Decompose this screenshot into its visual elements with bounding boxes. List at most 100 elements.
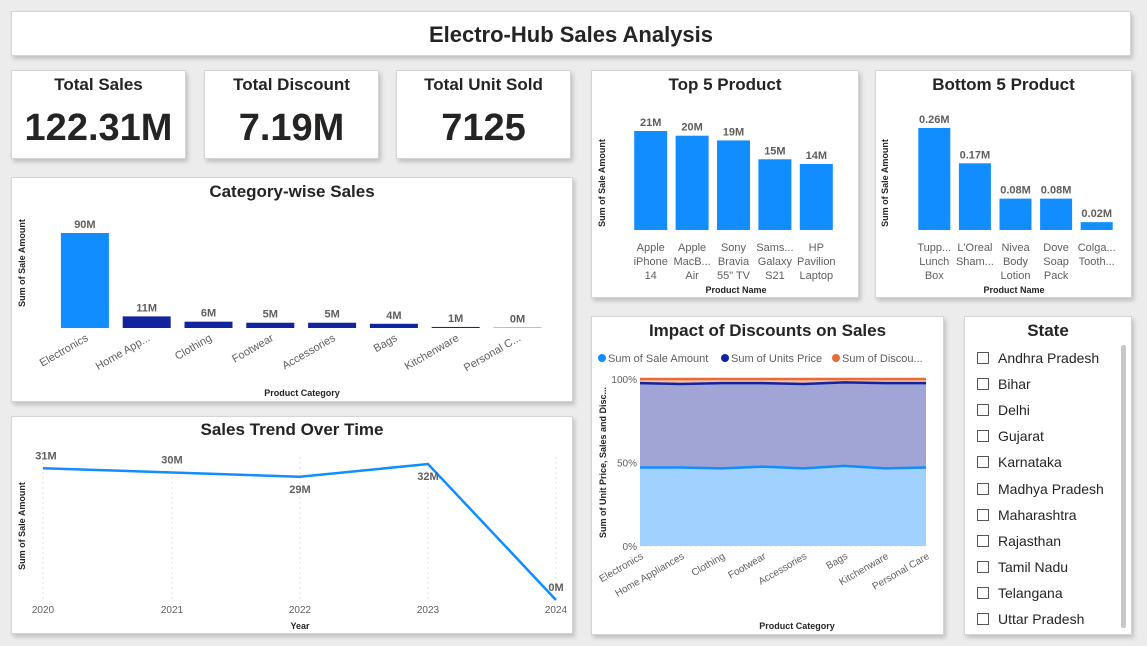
- x-tick-label: 2024: [545, 605, 568, 616]
- checkbox[interactable]: [977, 534, 989, 547]
- category-tick-label: Sony: [721, 242, 747, 254]
- data-label: 32M: [417, 471, 438, 483]
- bar: [675, 135, 709, 230]
- legend-label: Sum of Sale Amount: [608, 353, 708, 365]
- bar: [1080, 222, 1113, 230]
- x-axis-label: Product Category: [264, 388, 340, 398]
- category-tick-label: Tupp...: [917, 242, 951, 254]
- data-label: 4M: [386, 310, 401, 322]
- kpi-value: 122.31M: [24, 107, 173, 149]
- bar: [634, 131, 668, 230]
- data-label: 0M: [548, 582, 563, 594]
- checkbox[interactable]: [977, 482, 989, 495]
- state-option[interactable]: Rajasthan: [977, 531, 1061, 551]
- data-label: 0.08M: [1041, 185, 1072, 197]
- x-axis-label: Product Name: [983, 285, 1044, 295]
- category-tick-label: Accessories: [280, 332, 338, 372]
- data-label: 1M: [448, 313, 463, 325]
- data-label: 29M: [289, 484, 310, 496]
- data-label: 19M: [723, 126, 744, 138]
- legend-label: Sum of Units Price: [731, 353, 822, 365]
- kpi-total-sales[interactable]: Total Sales 122.31M: [11, 70, 186, 159]
- bottom5-product-card[interactable]: Bottom 5 Product Sum of Sale Amount 0.26M…: [875, 70, 1132, 298]
- category-tick-label: Personal C...: [462, 332, 523, 374]
- legend-label: Sum of Discou...: [842, 353, 923, 365]
- bar: [122, 316, 171, 328]
- slicer-scrollbar[interactable]: [1121, 345, 1126, 628]
- state-option[interactable]: Karnataka: [977, 452, 1062, 472]
- y-axis-label: Sum of Sale Amount: [597, 139, 607, 227]
- category-chart: Sum of Sale Amount 90M Electronics 11M Home …: [17, 219, 542, 398]
- data-label: 0M: [510, 314, 525, 326]
- x-axis-label: Product Category: [759, 621, 835, 631]
- state-label: Tamil Nadu: [998, 558, 1069, 575]
- checkbox[interactable]: [977, 456, 989, 469]
- trend-chart: Sum of Sale Amount 2020 2021 2022 2023 2024 31…: [17, 450, 568, 631]
- bar: [1040, 198, 1073, 230]
- top5-chart: Sum of Sale Amount 21M Apple iPhone 14 20M App…: [597, 117, 836, 295]
- bar: [958, 163, 991, 230]
- state-option[interactable]: Andhra Pradesh: [977, 348, 1099, 368]
- bar: [799, 164, 833, 230]
- state-option[interactable]: Maharashtra: [977, 505, 1077, 525]
- category-tick-label: S21: [765, 270, 785, 282]
- state-option[interactable]: Tamil Nadu: [977, 557, 1068, 577]
- data-label: 5M: [324, 309, 339, 321]
- x-tick-label: 2021: [161, 605, 184, 616]
- bar: [758, 159, 792, 230]
- checkbox[interactable]: [977, 613, 989, 625]
- state-option[interactable]: Gujarat: [977, 426, 1044, 446]
- category-tick-label: Body: [1003, 256, 1029, 268]
- dashboard-title: Electro-Hub Sales Analysis: [428, 22, 714, 47]
- checkbox[interactable]: [977, 430, 989, 443]
- state-option[interactable]: Madhya Pradesh: [977, 479, 1104, 499]
- state-label: Bihar: [998, 376, 1031, 393]
- x-axis-label: Product Name: [705, 285, 766, 295]
- x-axis-label: Year: [290, 621, 310, 631]
- kpi-total-discount[interactable]: Total Discount 7.19M: [204, 70, 379, 159]
- state-slicer[interactable]: State Andhra Pradesh Bihar Delhi Gujarat Kar…: [964, 316, 1132, 635]
- checkbox[interactable]: [977, 352, 989, 364]
- area-units-price: [640, 382, 926, 469]
- category-tick-label: Pavilion: [797, 256, 836, 268]
- top5-product-card[interactable]: Top 5 Product Sum of Sale Amount 21M Apple…: [591, 70, 859, 298]
- state-option[interactable]: Bihar: [977, 374, 1031, 394]
- category-sales-card[interactable]: Category-wise Sales Sum of Sale Amount 90…: [11, 177, 573, 402]
- state-option[interactable]: Telangana: [977, 583, 1063, 603]
- bar: [246, 322, 295, 328]
- checkbox[interactable]: [977, 508, 989, 521]
- sales-trend-card[interactable]: Sales Trend Over Time Sum of Sale Amount…: [11, 416, 573, 634]
- checkbox[interactable]: [977, 378, 989, 391]
- category-tick-label: 14: [645, 270, 657, 282]
- state-label: Uttar Pradesh: [998, 611, 1085, 627]
- data-label: 90M: [74, 219, 95, 231]
- impact-discounts-card[interactable]: Impact of Discounts on Sales Sum of Sale…: [591, 316, 944, 635]
- data-label: 11M: [136, 302, 157, 314]
- category-tick-label: Electronics: [38, 332, 91, 370]
- kpi-total-unit-sold[interactable]: Total Unit Sold 7125: [396, 70, 571, 159]
- y-axis-label: Sum of Unit Price, Sales and Disc...: [598, 387, 608, 538]
- data-label: 0.08M: [1000, 185, 1031, 197]
- state-option[interactable]: Delhi: [977, 400, 1030, 420]
- data-label: 0.17M: [960, 149, 991, 161]
- state-title: State: [1027, 321, 1069, 340]
- category-tick-label: MacB...: [673, 256, 710, 268]
- checkbox[interactable]: [977, 560, 989, 573]
- category-tick-label: Sams...: [756, 242, 793, 254]
- dashboard-title-card: Electro-Hub Sales Analysis: [11, 11, 1131, 56]
- state-option[interactable]: Uttar Pradesh: [977, 609, 1084, 629]
- bar: [999, 198, 1032, 230]
- data-label: 21M: [640, 117, 661, 129]
- checkbox[interactable]: [977, 586, 989, 599]
- bar: [717, 140, 750, 230]
- category-tick-label: Pack: [1044, 270, 1069, 282]
- legend-marker: [598, 354, 606, 362]
- state-label: Delhi: [998, 402, 1030, 419]
- category-tick-label: Air: [685, 270, 699, 282]
- y-axis-label: Sum of Sale Amount: [17, 219, 27, 307]
- category-tick-label: Galaxy: [758, 256, 793, 268]
- checkbox[interactable]: [977, 404, 989, 417]
- kpi-label: Total Unit Sold: [424, 75, 543, 94]
- category-tick-label: L'Oreal: [957, 242, 992, 254]
- category-tick-label: Dove: [1043, 242, 1069, 254]
